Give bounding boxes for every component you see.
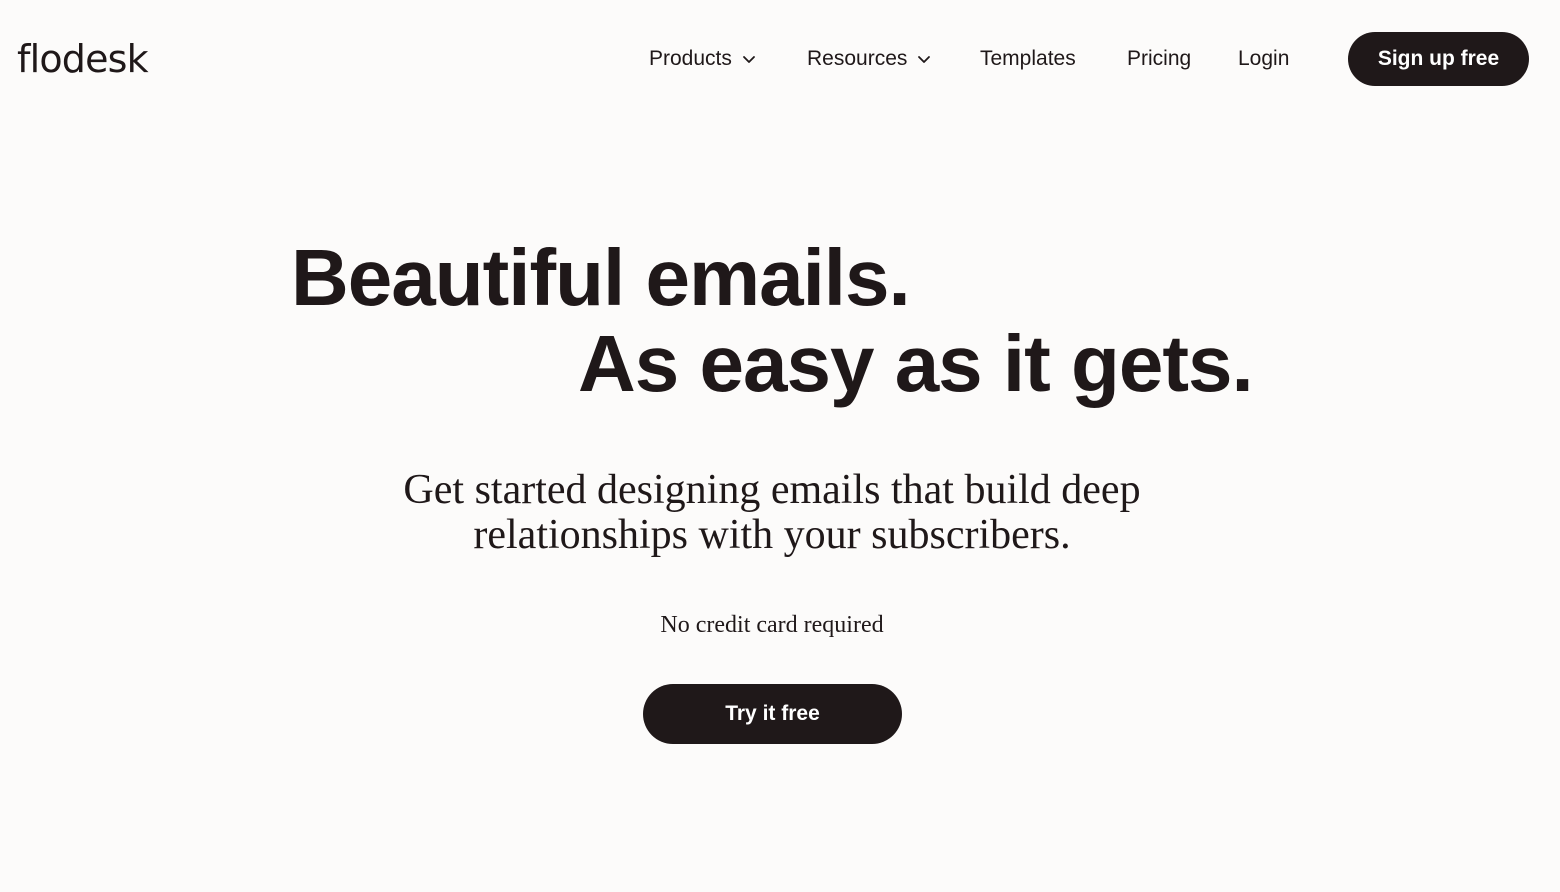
- hero-headline-line-1: Beautiful emails.: [291, 233, 911, 322]
- chevron-down-icon: [917, 52, 931, 66]
- hero-subheadline-line-1: Get started designing emails that build …: [403, 467, 1141, 513]
- nav-templates[interactable]: Templates: [980, 43, 1076, 75]
- nav-pricing-label: Pricing: [1127, 47, 1192, 70]
- hero-headline-line-2: As easy as it gets.: [578, 319, 1254, 408]
- hero-subheadline: Get started designing emails that build …: [300, 468, 1244, 558]
- nav-products-label: Products: [649, 47, 732, 70]
- nav-templates-label: Templates: [980, 47, 1076, 70]
- sign-up-free-button[interactable]: Sign up free: [1348, 32, 1529, 86]
- top-navigation: flodesk Products Resources Templates Pri…: [0, 0, 1560, 118]
- try-it-free-button[interactable]: Try it free: [643, 684, 902, 744]
- nav-resources[interactable]: Resources: [807, 43, 931, 75]
- nav-resources-label: Resources: [807, 47, 908, 70]
- hero-subheadline-line-2: relationships with your subscribers.: [473, 512, 1071, 558]
- no-credit-card-note: No credit card required: [660, 612, 884, 638]
- nav-login[interactable]: Login: [1238, 43, 1289, 75]
- nav-pricing[interactable]: Pricing: [1127, 43, 1191, 75]
- chevron-down-icon: [742, 52, 756, 66]
- nav-products[interactable]: Products: [649, 43, 756, 75]
- flodesk-logo[interactable]: flodesk: [17, 35, 149, 83]
- nav-login-label: Login: [1238, 47, 1290, 70]
